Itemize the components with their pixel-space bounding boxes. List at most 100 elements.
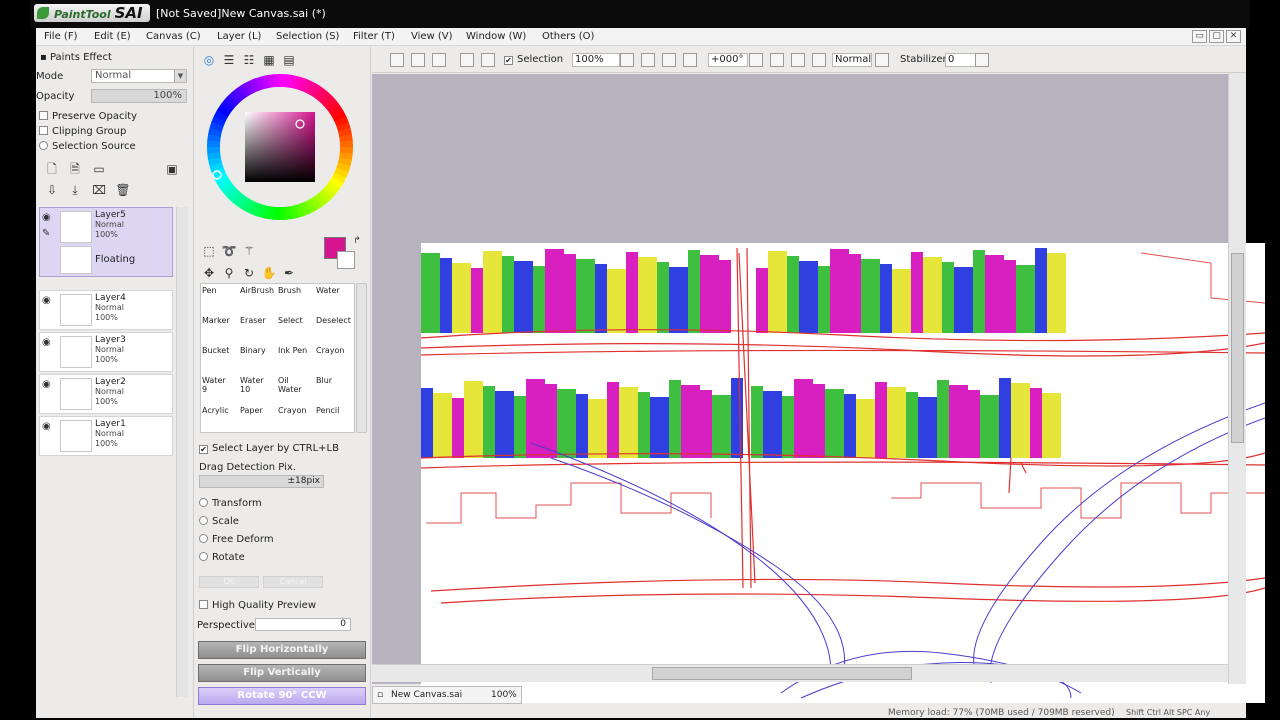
tool-bucket[interactable]: Bucket [202,346,238,376]
tool-select[interactable]: Select [278,316,314,346]
rect-select-icon[interactable]: ⬚ [201,243,217,259]
eyedropper-icon[interactable]: ✒ [281,265,297,281]
zoom-reset-icon[interactable] [683,53,697,67]
tool-water-9[interactable]: Water 9 [202,376,238,406]
transform-icon[interactable] [481,53,495,67]
layer-item-layer2[interactable]: ◉ Layer2 Normal 100% [39,374,173,414]
selection-source-checkbox[interactable]: Selection Source [39,141,136,152]
deselect-icon[interactable] [390,53,404,67]
tool-grid-scrollbar[interactable] [356,283,367,433]
redo-icon[interactable] [432,53,446,67]
tool-brush[interactable]: Brush [278,286,314,316]
visibility-eye-icon[interactable]: ◉ [42,212,54,223]
move-icon[interactable]: ✥ [201,265,217,281]
hsv-slider-icon[interactable]: ☷ [241,52,257,68]
lasso-icon[interactable]: ➰ [221,243,237,259]
delete-layer-icon[interactable]: 🗑 [115,182,131,198]
menu-selection[interactable]: Selection (S) [276,31,339,42]
crop-icon[interactable] [460,53,474,67]
rotate-left-icon[interactable] [749,53,763,67]
layer-item-layer5[interactable]: ◉ ✎ Layer5 Normal 100% Floating [39,207,173,277]
tool-blur[interactable]: Blur [316,376,352,406]
color-wheel-icon[interactable]: ◎ [201,52,217,68]
transfer-down-icon[interactable]: ⇩ [44,182,60,198]
flip-horizontally-button[interactable]: Flip Horizontally [198,641,366,659]
tool-binary[interactable]: Binary [240,346,276,376]
color-wheel[interactable] [205,72,355,222]
tool-pencil[interactable]: Pencil [316,406,352,436]
rotate-right-icon[interactable] [770,53,784,67]
horizontal-scrollbar[interactable] [372,664,1228,682]
close-icon[interactable]: ✕ [1226,30,1241,43]
selection-toggle[interactable]: Selection [504,54,563,65]
vertical-scrollbar[interactable] [1228,73,1246,684]
high-quality-preview-checkbox[interactable]: High Quality Preview [199,600,316,611]
menu-others[interactable]: Others (O) [542,31,594,42]
preserve-opacity-checkbox[interactable]: Preserve Opacity [39,111,137,122]
vertical-scroll-thumb[interactable] [1231,253,1244,443]
blend-mode-field[interactable]: Normal [832,53,872,67]
drag-detection-slider[interactable]: ±18pix [199,475,324,488]
perspective-input[interactable]: 0 [255,618,351,631]
tool-water[interactable]: Water [316,286,352,316]
swap-colors-icon[interactable]: ↱ [349,233,365,249]
tool-oil-water[interactable]: Oil Water [278,376,314,406]
visibility-eye-icon[interactable]: ◉ [42,295,54,306]
tool-pen[interactable]: Pen [202,286,238,316]
rotate-90-ccw-button[interactable]: Rotate 90° CCW [198,687,366,705]
canvas-viewport[interactable] [372,74,1266,703]
tool-deselect[interactable]: Deselect [316,316,352,346]
document-tab[interactable]: ▫ New Canvas.sai 100% [372,686,522,704]
menu-canvas[interactable]: Canvas (C) [146,31,201,42]
menu-edit[interactable]: Edit (E) [94,31,131,42]
ok-button[interactable]: OK [199,576,259,588]
free-deform-radio[interactable]: Free Deform [199,534,274,545]
stabilizer-field[interactable]: 0 [945,53,977,67]
layer-item-layer4[interactable]: ◉ Layer4 Normal 100% [39,290,173,330]
tool-marker[interactable]: Marker [202,316,238,346]
tool-eraser[interactable]: Eraser [240,316,276,346]
flip-view-icon[interactable] [812,53,826,67]
tool-crayon[interactable]: Crayon [316,346,352,376]
new-folder-icon[interactable]: ▭ [91,161,107,177]
flip-vertically-button[interactable]: Flip Vertically [198,664,366,682]
angle-field[interactable]: +000° [708,53,748,67]
layer-item-layer3[interactable]: ◉ Layer3 Normal 100% [39,332,173,372]
menu-file[interactable]: File (F) [44,31,77,42]
rgb-slider-icon[interactable]: ☰ [221,52,237,68]
horizontal-scroll-thumb[interactable] [652,667,912,680]
opacity-slider[interactable]: 100% [91,89,187,103]
select-layer-ctrl-checkbox[interactable]: Select Layer by CTRL+LB [199,443,339,454]
transform-radio[interactable]: Transform [199,498,262,509]
scratchpad-icon[interactable]: ▤ [281,52,297,68]
hand-icon[interactable]: ✋ [261,265,277,281]
tool-water-10[interactable]: Water 10 [240,376,276,406]
mode-select[interactable]: Normal ▼ [91,69,187,83]
merge-down-icon[interactable]: ⤓ [67,182,83,198]
new-linework-layer-icon[interactable]: 🗎 [67,161,83,177]
layer-item-layer1[interactable]: ◉ Layer1 Normal 100% [39,416,173,456]
blend-menu-icon[interactable] [875,53,889,67]
drawing-canvas[interactable] [420,243,1266,703]
undo-icon[interactable] [411,53,425,67]
magic-wand-icon[interactable]: ⚚ [241,243,257,259]
maximize-icon[interactable]: ▢ [1209,30,1224,43]
clear-layer-icon[interactable]: ⌧ [91,182,107,198]
menu-filter[interactable]: Filter (T) [353,31,395,42]
rotate-radio[interactable]: Rotate [199,552,245,563]
visibility-eye-icon[interactable]: ◉ [42,421,54,432]
paints-effect-header[interactable]: ▪ Paints Effect [40,52,112,63]
stabilizer-menu-icon[interactable] [975,53,989,67]
menu-view[interactable]: View (V) [411,31,453,42]
scale-radio[interactable]: Scale [199,516,239,527]
cancel-button[interactable]: Cancel [263,576,323,588]
visibility-eye-icon[interactable]: ◉ [42,379,54,390]
tool-airbrush[interactable]: AirBrush [240,286,276,316]
menu-window[interactable]: Window (W) [466,31,526,42]
tool-paper[interactable]: Paper [240,406,276,436]
zoom-icon[interactable]: ⚲ [221,265,237,281]
minimize-icon[interactable]: ▭ [1192,30,1207,43]
tool-acrylic[interactable]: Acrylic [202,406,238,436]
layer-mask-icon[interactable]: ▣ [164,161,180,177]
tool-crayon-2[interactable]: Crayon [278,406,314,436]
